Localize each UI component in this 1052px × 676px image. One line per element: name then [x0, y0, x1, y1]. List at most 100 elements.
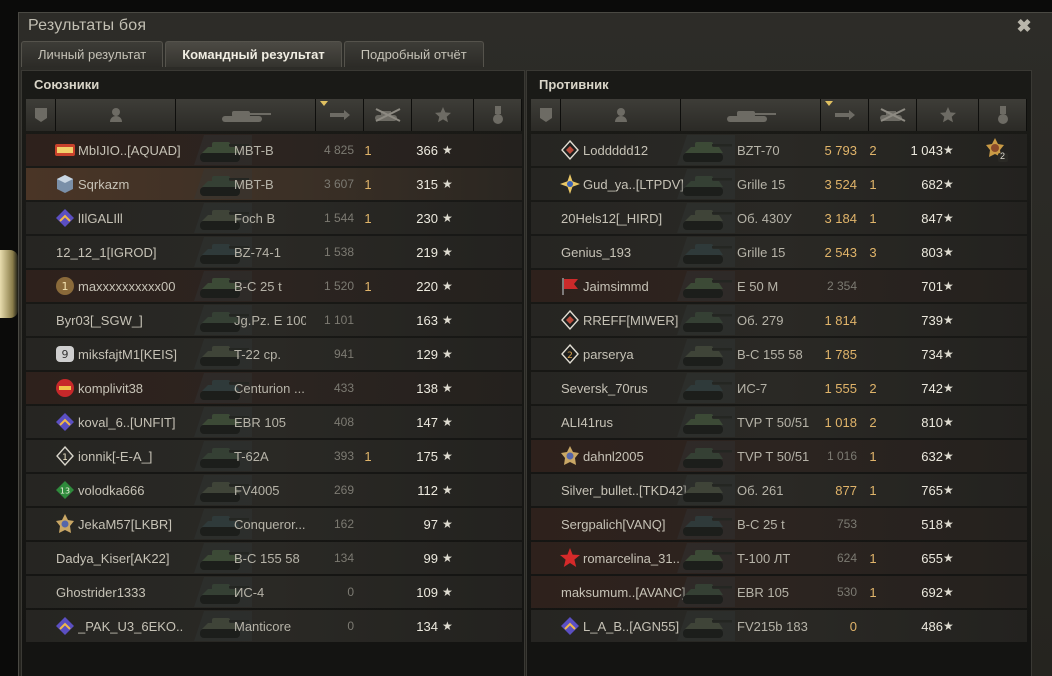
svg-text:9: 9	[62, 348, 69, 361]
header-medal-column[interactable]	[979, 99, 1027, 131]
player-row[interactable]: 20Hels12[_HIRD] Об. 430У 3 184 1 847 ★	[531, 202, 1027, 234]
damage-value: 1 785	[824, 346, 857, 362]
xp-value: 632	[921, 448, 943, 464]
xp-star-icon	[434, 106, 452, 124]
header-xp-star-column[interactable]	[917, 99, 979, 131]
player-row[interactable]: L_A_B..[AGN55] FV215b 183 0 486 ★	[531, 610, 1027, 642]
player-row[interactable]: 1 ionnik[-E-A_] T-62A 393 1 175 ★	[26, 440, 522, 472]
header-player-column[interactable]	[561, 99, 681, 131]
player-row[interactable]: Byr03[_SGW_] Jg.Pz. E 100 1 101 163 ★	[26, 304, 522, 336]
header-squad-column[interactable]	[531, 99, 561, 131]
xp-value: 175	[416, 448, 438, 464]
tank-image-icon	[677, 339, 735, 369]
xp-value: 765	[921, 482, 943, 498]
xp-star-icon: ★	[442, 143, 453, 157]
player-row[interactable]: Dadya_Kiser[AK22] B-C 155 58 134 99 ★	[26, 542, 522, 574]
medal-award-icon[interactable]: 2	[983, 137, 1009, 166]
xp-value: 112	[417, 482, 438, 498]
xp-value: 655	[921, 550, 943, 566]
player-row[interactable]: romarcelina_31.. T-100 ЛТ 624 1 655 ★	[531, 542, 1027, 574]
frags-value: 1	[869, 448, 877, 464]
red-flag-badge-icon	[559, 275, 581, 297]
player-row[interactable]: komplivit38 Centurion ... 433 138 ★	[26, 372, 522, 404]
chevron-badge-icon	[54, 207, 76, 229]
tab-detailed-report[interactable]: Подробный отчёт	[343, 41, 484, 67]
header-xp-star-column[interactable]	[412, 99, 474, 131]
xp-star-icon: ★	[442, 211, 453, 225]
player-row[interactable]: Gud_ya..[LTPDV] Grille 15 3 524 1 682 ★	[531, 168, 1027, 200]
player-row[interactable]: Loddddd12 BZT-70 5 793 2 1 043 ★ 2	[531, 134, 1027, 166]
xp-value: 220	[416, 278, 438, 294]
xp-value: 742	[921, 380, 943, 396]
xp-value: 486	[921, 618, 943, 634]
player-row[interactable]: Seversk_70rus ИС-7 1 555 2 742 ★	[531, 372, 1027, 404]
player-row[interactable]: _PAK_U3_6EKO.. Manticore 0 134 ★	[26, 610, 522, 642]
tab-team-result[interactable]: Командный результат	[165, 41, 342, 67]
tank-name: MBT-B	[234, 142, 274, 158]
header-tank-column[interactable]	[176, 99, 316, 131]
player-row[interactable]: 13 volodka666 FV4005 269 112 ★	[26, 474, 522, 506]
tank-name: B-C 155 58	[737, 346, 803, 362]
chevron-badge-icon	[54, 615, 76, 637]
xp-star-icon: ★	[442, 585, 453, 599]
enemies-panel: Противник Loddddd12 BZT-70 5 793 2 1 043 ★ 2 Gu…	[526, 70, 1032, 676]
player-row[interactable]: 9 miksfajtM1[KEIS] T-22 ср. 941 129 ★	[26, 338, 522, 370]
tank-name: Об. 430У	[737, 210, 792, 226]
header-medal-column[interactable]	[474, 99, 522, 131]
xp-star-icon: ★	[442, 517, 453, 531]
header-squad-column[interactable]	[26, 99, 56, 131]
header-tank-column[interactable]	[681, 99, 821, 131]
tank-name: Grille 15	[737, 176, 786, 192]
player-row[interactable]: Genius_193 Grille 15 2 543 3 803 ★	[531, 236, 1027, 268]
squad-icon	[34, 107, 48, 123]
player-row[interactable]: dahnl2005 TVP T 50/51 1 016 1 632 ★	[531, 440, 1027, 472]
clan-badge-legwa-icon	[54, 139, 76, 161]
player-row[interactable]: Sqrkazm MBT-B 3 607 1 315 ★	[26, 168, 522, 200]
player-row[interactable]: lIlGALIll Foch B1 544 1 230 ★	[26, 202, 522, 234]
player-row[interactable]: MbIJIO..[AQUAD] MBT-B 4 825 1 366 ★	[26, 134, 522, 166]
background-edge	[0, 250, 18, 318]
red-star-badge-icon	[559, 547, 581, 569]
player-row[interactable]: ALI41rus TVP T 50/51 1 018 2 810 ★	[531, 406, 1027, 438]
player-row[interactable]: Ghostrider1333 ИС-4 0 109 ★	[26, 576, 522, 608]
xp-star-icon: ★	[442, 347, 453, 361]
header-damage-column[interactable]	[821, 99, 869, 131]
player-row[interactable]: Silver_bullet..[TKD42] Об. 261 877 1 765 ★	[531, 474, 1027, 506]
damage-value: 433	[333, 381, 354, 395]
tank-name: EBR 105	[234, 414, 287, 430]
frags-value: 2	[869, 380, 877, 396]
player-name: 12_12_1[IGROD]	[56, 244, 157, 260]
player-row[interactable]: JekaM57[LKBR] Conqueror... 162 97 ★	[26, 508, 522, 540]
tank-image-icon	[677, 135, 735, 165]
xp-star-icon: ★	[943, 313, 954, 327]
red-badge-icon	[54, 377, 76, 399]
close-icon[interactable]: ✖	[1014, 16, 1034, 36]
player-row[interactable]: 12_12_1[IGROD] BZ-74-1 1 538 219 ★	[26, 236, 522, 268]
xp-value: 692	[921, 584, 943, 600]
player-row[interactable]: Jaimsimmd E 50 M2 354 701 ★	[531, 270, 1027, 302]
frags-value: 1	[364, 142, 372, 158]
enemies-title: Противник	[539, 77, 609, 92]
tank-name: TVP T 50/51	[737, 448, 809, 464]
player-row[interactable]: 1 maxxxxxxxxxx00 B-C 25 t1 520 1 220 ★	[26, 270, 522, 302]
player-row[interactable]: 2 parserya B-C 155 58 1 785 734 ★	[531, 338, 1027, 370]
header-damage-column[interactable]	[316, 99, 364, 131]
xp-star-icon: ★	[442, 313, 453, 327]
player-row[interactable]: RREFF[MIWER] Об. 279 1 814 739 ★	[531, 304, 1027, 336]
player-row[interactable]: maksumum..[AVANC] EBR 105 530 1 692 ★	[531, 576, 1027, 608]
player-row[interactable]: koval_6..[UNFIT] EBR 105 408 147 ★	[26, 406, 522, 438]
xp-value: 810	[921, 414, 943, 430]
tank-name: BZ-74-1	[234, 244, 281, 260]
tab-personal-result[interactable]: Личный результат	[21, 41, 164, 67]
enemies-header-row	[531, 99, 1027, 131]
cube-badge-icon	[54, 173, 76, 195]
header-player-column[interactable]	[56, 99, 176, 131]
header-frags-column[interactable]	[364, 99, 412, 131]
frags-value: 1	[364, 448, 372, 464]
damage-value: 269	[333, 483, 354, 497]
header-frags-column[interactable]	[869, 99, 917, 131]
svg-text:1: 1	[62, 280, 69, 293]
player-row[interactable]: Sergpalich[VANQ] B-C 25 t 753 518 ★	[531, 508, 1027, 540]
tank-image-icon	[677, 577, 735, 607]
xp-star-icon: ★	[943, 347, 954, 361]
